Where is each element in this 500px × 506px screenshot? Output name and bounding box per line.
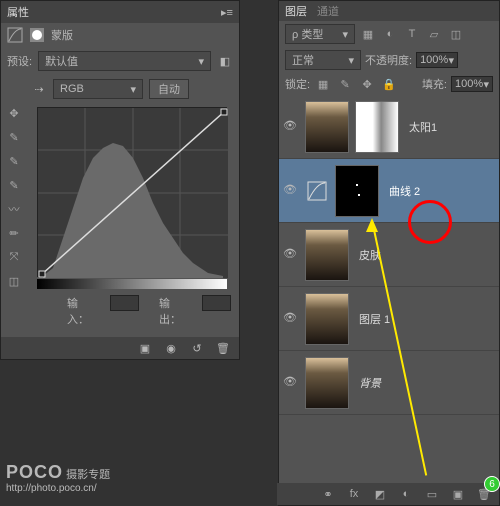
tab-properties[interactable]: 属性	[7, 4, 29, 20]
visibility-icon[interactable]: 👁	[283, 119, 299, 135]
clip-icon[interactable]: ▣	[137, 340, 153, 356]
layer-name[interactable]: 图层 1	[359, 311, 390, 327]
lock-move-icon[interactable]: ✥	[358, 76, 376, 92]
layer-name[interactable]: 皮肤	[359, 247, 381, 263]
filter-adj-icon[interactable]: ◐	[381, 26, 399, 42]
tab-layers[interactable]: 图层	[285, 3, 307, 19]
hand-grab-icon[interactable]: ⤧	[4, 248, 24, 266]
curves-graph[interactable]	[37, 107, 227, 277]
layer-row[interactable]: 👁 太阳1	[279, 95, 499, 159]
channel-target-icon[interactable]: ⇢	[31, 81, 47, 97]
curve-smooth-icon[interactable]: 〰	[4, 200, 24, 218]
badge: 6	[484, 476, 500, 492]
trash-icon[interactable]: 🗑	[215, 340, 231, 356]
sampler-white-icon[interactable]: ✎	[4, 128, 24, 146]
lock-trans-icon[interactable]: ▦	[314, 76, 332, 92]
layer-thumb[interactable]	[305, 229, 349, 281]
opacity-field[interactable]: 100%▾	[416, 52, 458, 68]
curves-adjustment-icon	[305, 183, 329, 199]
fill-field[interactable]: 100%▾	[451, 76, 493, 92]
fill-label: 填充:	[422, 76, 447, 92]
visibility-icon[interactable]: 👁	[283, 311, 299, 327]
output-field[interactable]	[202, 295, 231, 311]
auto-button[interactable]: 自动	[149, 79, 189, 99]
group-icon[interactable]: ▭	[423, 486, 441, 502]
layer-mask-thumb[interactable]	[355, 101, 399, 153]
cube-icon[interactable]: ◧	[217, 53, 233, 69]
layer-row[interactable]: 👁 皮肤	[279, 223, 499, 287]
adjustment-add-icon[interactable]: ◐	[397, 486, 415, 502]
opacity-label: 不透明度:	[365, 52, 412, 68]
mask-add-icon[interactable]: ◩	[371, 486, 389, 502]
filter-smart-icon[interactable]: ◫	[447, 26, 465, 42]
filter-type-icon[interactable]: T	[403, 26, 421, 42]
layer-name[interactable]: 曲线 2	[389, 183, 420, 199]
layer-thumb[interactable]	[305, 293, 349, 345]
visibility-icon[interactable]: 👁	[283, 247, 299, 263]
lock-all-icon[interactable]: 🔒	[380, 76, 398, 92]
curve-pencil-icon[interactable]: ✏	[4, 224, 24, 242]
sampler-black-icon[interactable]: ✎	[4, 176, 24, 194]
visibility-icon[interactable]: 👁	[283, 183, 299, 199]
preset-select[interactable]: 默认值▾	[38, 51, 211, 71]
link-icon[interactable]: ⚭	[319, 486, 337, 502]
sampler-gray-icon[interactable]: ✎	[4, 152, 24, 170]
blend-mode-select[interactable]: 正常▾	[285, 50, 361, 70]
output-label: 输出：	[159, 295, 182, 327]
input-label: 输入：	[67, 295, 90, 327]
reset-icon[interactable]: ↺	[189, 340, 205, 356]
view-previous-icon[interactable]: ◉	[163, 340, 179, 356]
layer-row[interactable]: 👁 背景	[279, 351, 499, 415]
layer-name[interactable]: 太阳1	[409, 119, 437, 135]
lock-label: 锁定:	[285, 76, 310, 92]
fx-icon[interactable]: fx	[345, 486, 363, 502]
histogram-toggle-icon[interactable]: ◫	[4, 272, 24, 290]
mask-label: 蒙版	[51, 27, 73, 43]
layer-thumb[interactable]	[305, 101, 349, 153]
layer-row[interactable]: 👁 曲线 2	[279, 159, 499, 223]
gradient-strip[interactable]	[37, 279, 227, 289]
layer-name[interactable]: 背景	[359, 375, 381, 391]
kind-select[interactable]: ρ 类型▾	[285, 24, 355, 44]
layer-thumb[interactable]	[305, 357, 349, 409]
filter-shape-icon[interactable]: ▱	[425, 26, 443, 42]
lock-paint-icon[interactable]: ✎	[336, 76, 354, 92]
panel-menu-icon[interactable]: ▸≡	[221, 6, 233, 18]
layer-row[interactable]: 👁 图层 1	[279, 287, 499, 351]
mask-icon	[29, 27, 45, 43]
channel-select[interactable]: RGB▾	[53, 79, 143, 99]
filter-pixel-icon[interactable]: ▦	[359, 26, 377, 42]
layer-mask-thumb[interactable]	[335, 165, 379, 217]
on-image-tool-icon[interactable]: ✥	[4, 104, 24, 122]
new-layer-icon[interactable]: ▣	[449, 486, 467, 502]
visibility-icon[interactable]: 👁	[283, 375, 299, 391]
watermark: POCO 摄影专题 http://photo.poco.cn/	[6, 462, 110, 494]
curves-adjustment-icon	[7, 27, 23, 43]
preset-label: 预设:	[7, 53, 32, 69]
tab-channels[interactable]: 通道	[317, 3, 339, 19]
input-field[interactable]	[110, 295, 139, 311]
